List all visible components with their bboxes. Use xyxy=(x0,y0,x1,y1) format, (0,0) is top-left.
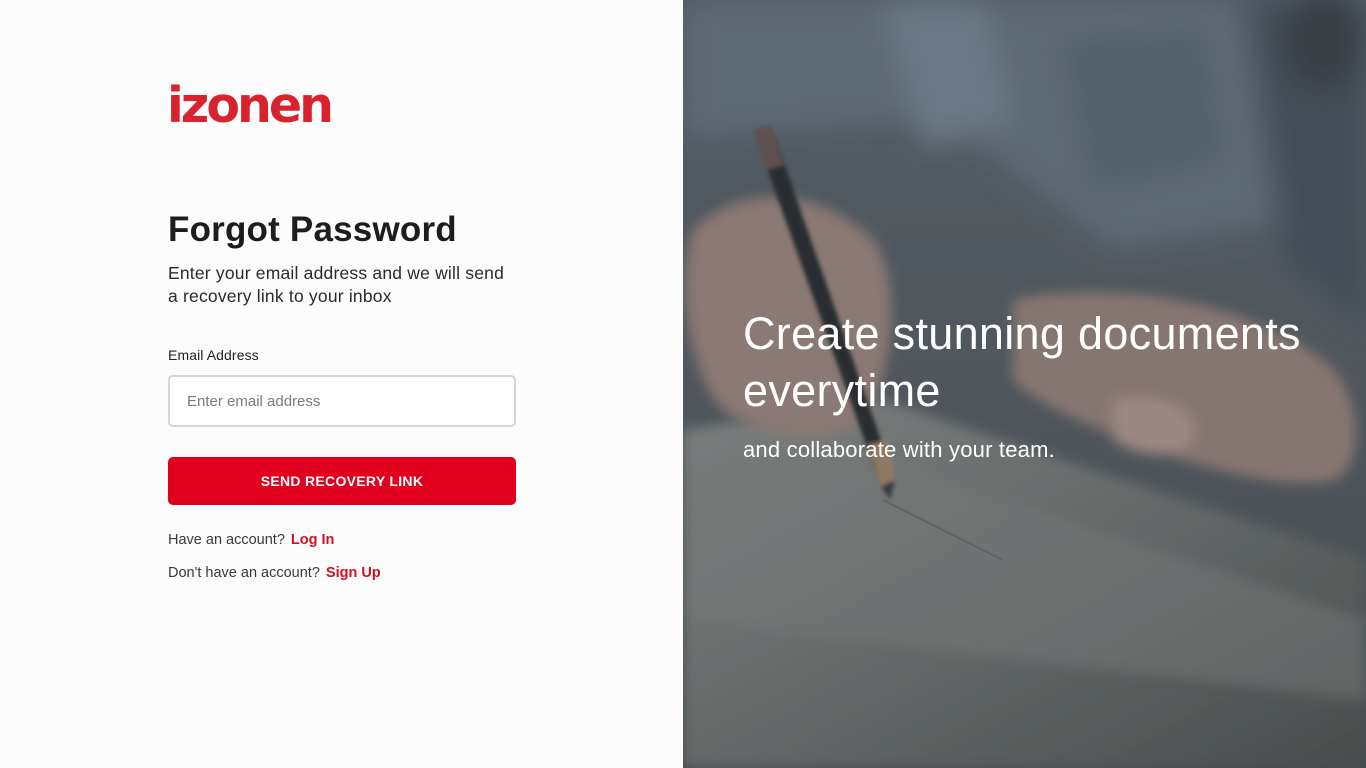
page-subtitle: Enter your email address and we will sen… xyxy=(168,263,505,306)
email-input[interactable] xyxy=(168,375,516,427)
signup-line: Don't have an account? Sign Up xyxy=(168,565,381,581)
login-line: Have an account? Log In xyxy=(168,532,334,548)
login-prompt: Have an account? xyxy=(168,532,285,548)
hero-panel: Create stunning documents everytime and … xyxy=(683,0,1366,768)
page-title: Forgot Password xyxy=(168,210,457,249)
login-link[interactable]: Log In xyxy=(291,532,335,548)
forgot-password-page: izonen Forgot Password Enter your email … xyxy=(0,0,1366,768)
send-recovery-link-button[interactable]: SEND RECOVERY LINK xyxy=(168,457,516,505)
hero-title: Create stunning documents everytime xyxy=(743,308,1301,416)
brand-logo: izonen xyxy=(167,77,334,134)
email-label: Email Address xyxy=(168,347,259,363)
hero-subtitle: and collaborate with your team. xyxy=(743,437,1055,462)
signup-prompt: Don't have an account? xyxy=(168,565,320,581)
form-panel: izonen Forgot Password Enter your email … xyxy=(0,0,683,768)
signup-link[interactable]: Sign Up xyxy=(326,565,381,581)
